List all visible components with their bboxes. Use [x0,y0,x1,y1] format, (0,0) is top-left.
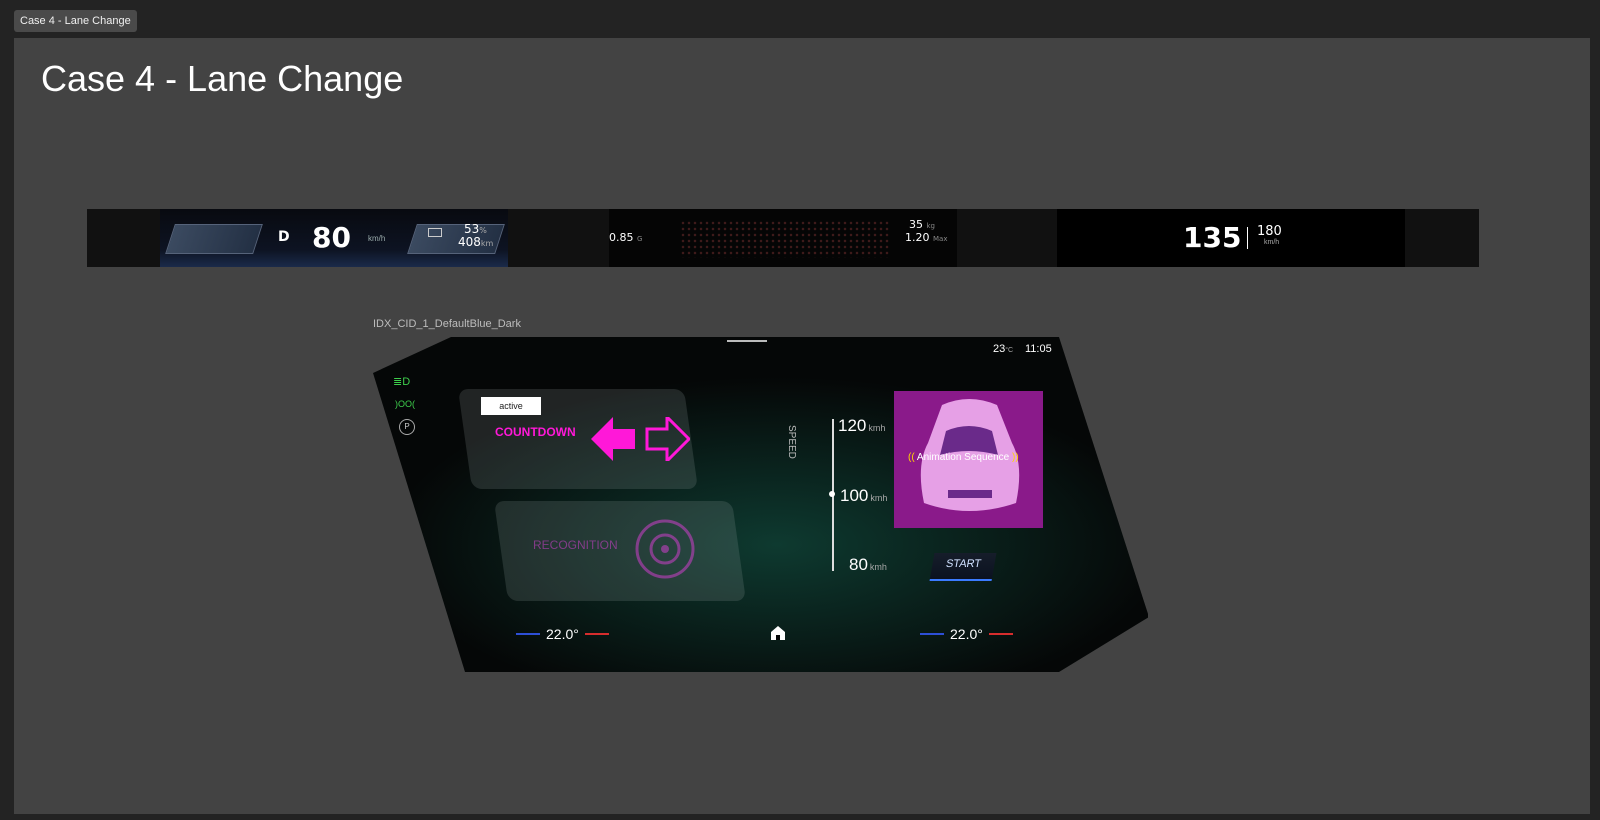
clock: 11:05 [1025,343,1052,355]
speed-tick-80: 80 kmh [849,555,887,574]
max-readout: 1.20 Max [905,231,948,244]
right-temperature[interactable]: 22.0° [920,626,1013,642]
speed-limit-unit: km/h [1264,239,1280,246]
speed-scale-marker [829,491,835,497]
weight-readout: 35 kg [909,218,935,231]
cluster-right-segment: 135 180 km/h [1057,209,1405,267]
range-value: 408km [458,235,494,249]
countdown-label: COUNTDOWN [495,425,576,439]
left-temperature[interactable]: 22.0° [516,626,609,642]
speed-unit: km/h [368,234,386,243]
cid-frame-label: IDX_CID_1_DefaultBlue_Dark [373,318,521,330]
home-icon[interactable] [770,625,786,641]
parking-light-icon[interactable]: )OO( [395,399,415,409]
animation-label: (( Animation Sequence )) [908,452,1019,463]
cluster-dot-matrix [680,220,890,258]
battery-percent: 53% [464,222,487,236]
current-speed: 135 [1183,221,1242,254]
page-title: Case 4 - Lane Change [41,58,404,99]
battery-icon [428,228,442,237]
g-force-readout: 0.85 G [609,231,643,244]
left-arrow-icon[interactable] [591,417,636,461]
steering-wheel-icon [635,519,695,579]
headlight-icon[interactable]: ≣D [393,375,410,388]
speed-divider [1247,227,1248,249]
speed-tick-100: 100 kmh [840,486,888,505]
speed-axis-label: SPEED [786,425,797,459]
cluster-left-segment: D 80 km/h 53% 408km [160,209,508,267]
parking-brake-icon[interactable]: P [399,419,415,435]
active-chip: active [481,397,541,415]
speed-value: 80 [312,221,351,254]
start-button[interactable]: START [929,553,997,581]
temperature-readout: 23°C [993,343,1014,355]
speed-tick-120: 120 kmh [838,416,886,435]
animation-sequence-box: (( Animation Sequence )) [894,391,1043,528]
frame-tab-label: Case 4 - Lane Change [20,15,131,27]
cid-screen: ≣D )OO( P 23°C 11:05 active COUNTDOWN RE… [373,337,1148,672]
speed-limit: 180 [1257,224,1282,239]
frame-tab[interactable]: Case 4 - Lane Change [14,10,137,32]
gear-indicator: D [278,229,290,245]
recognition-panel [493,501,747,601]
recognition-label: RECOGNITION [533,538,618,552]
left-light-panel [165,224,263,254]
right-arrow-icon[interactable] [645,417,690,461]
